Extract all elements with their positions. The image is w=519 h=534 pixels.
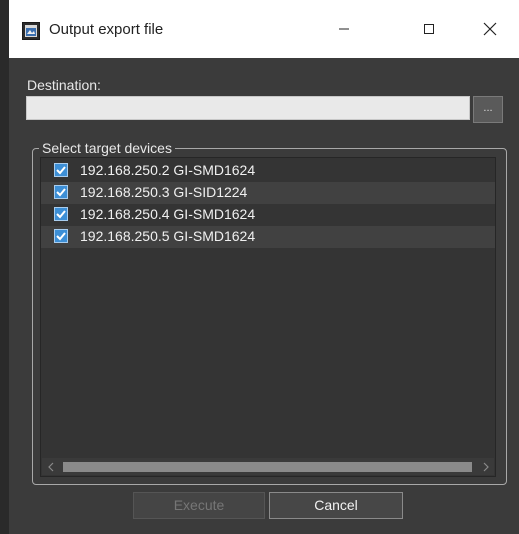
scrollbar-thumb[interactable] [63,462,472,472]
maximize-button[interactable] [406,14,452,48]
browse-button[interactable]: ... [473,96,503,123]
device-checkbox[interactable] [54,185,68,199]
minimize-button[interactable] [321,14,367,48]
device-checkbox[interactable] [54,229,68,243]
destination-input[interactable] [26,96,470,120]
app-window-icon [22,22,40,40]
output-export-dialog: Output export file Destination: ... Sele… [9,0,519,534]
destination-label: Destination: [27,77,101,93]
scroll-left-icon[interactable] [42,458,59,475]
device-checkbox[interactable] [54,207,68,221]
device-checkbox[interactable] [54,163,68,177]
minimize-icon [338,22,350,40]
cancel-button[interactable]: Cancel [269,492,403,519]
device-label: 192.168.250.3 GI-SID1224 [80,184,248,200]
close-icon [483,22,497,41]
device-label: 192.168.250.2 GI-SMD1624 [80,162,256,178]
list-item[interactable]: 192.168.250.5 GI-SMD1624 [41,226,495,248]
maximize-icon [423,22,435,40]
title-bar[interactable]: Output export file [9,0,519,58]
execute-button[interactable]: Execute [133,492,265,519]
device-label: 192.168.250.4 GI-SMD1624 [80,206,256,222]
list-item[interactable]: 192.168.250.3 GI-SID1224 [41,182,495,204]
scroll-right-icon[interactable] [477,458,494,475]
device-list[interactable]: 192.168.250.2 GI-SMD1624 192.168.250.3 G… [40,157,496,477]
device-label: 192.168.250.5 GI-SMD1624 [80,228,256,244]
list-item[interactable]: 192.168.250.4 GI-SMD1624 [41,204,495,226]
close-button[interactable] [467,14,513,48]
horizontal-scrollbar[interactable] [42,458,494,475]
list-item[interactable]: 192.168.250.2 GI-SMD1624 [41,160,495,182]
target-devices-group-label: Select target devices [39,140,175,156]
window-title: Output export file [49,21,164,38]
